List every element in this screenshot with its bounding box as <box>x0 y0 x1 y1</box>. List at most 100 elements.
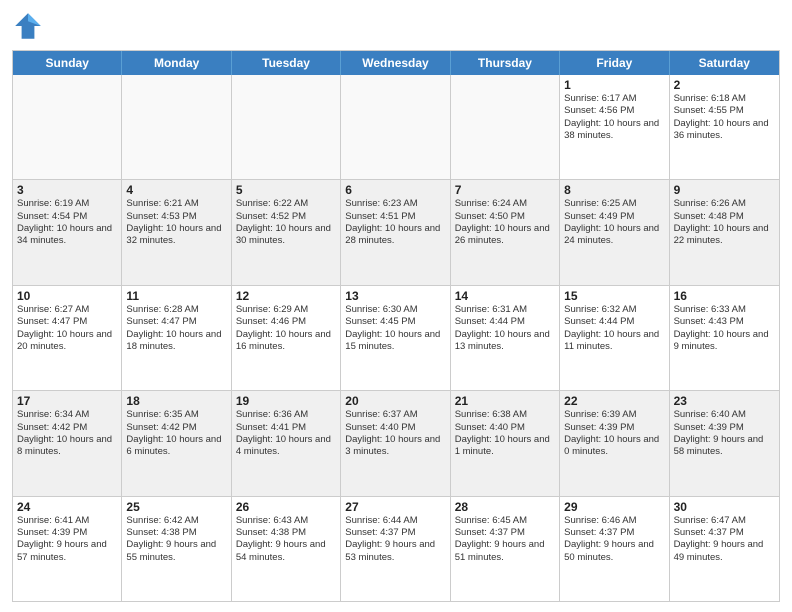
day-number: 28 <box>455 500 555 514</box>
header-day-wednesday: Wednesday <box>341 51 450 75</box>
table-row: 20Sunrise: 6:37 AM Sunset: 4:40 PM Dayli… <box>341 391 450 495</box>
day-info: Sunrise: 6:28 AM Sunset: 4:47 PM Dayligh… <box>126 304 226 353</box>
day-number: 29 <box>564 500 664 514</box>
table-row: 1Sunrise: 6:17 AM Sunset: 4:56 PM Daylig… <box>560 75 669 179</box>
day-info: Sunrise: 6:29 AM Sunset: 4:46 PM Dayligh… <box>236 304 336 353</box>
day-number: 3 <box>17 183 117 197</box>
day-number: 11 <box>126 289 226 303</box>
day-number: 26 <box>236 500 336 514</box>
day-number: 17 <box>17 394 117 408</box>
table-row: 16Sunrise: 6:33 AM Sunset: 4:43 PM Dayli… <box>670 286 779 390</box>
day-info: Sunrise: 6:39 AM Sunset: 4:39 PM Dayligh… <box>564 409 664 458</box>
day-info: Sunrise: 6:38 AM Sunset: 4:40 PM Dayligh… <box>455 409 555 458</box>
day-number: 13 <box>345 289 445 303</box>
day-number: 25 <box>126 500 226 514</box>
day-info: Sunrise: 6:36 AM Sunset: 4:41 PM Dayligh… <box>236 409 336 458</box>
day-info: Sunrise: 6:40 AM Sunset: 4:39 PM Dayligh… <box>674 409 775 458</box>
day-info: Sunrise: 6:43 AM Sunset: 4:38 PM Dayligh… <box>236 515 336 564</box>
day-info: Sunrise: 6:30 AM Sunset: 4:45 PM Dayligh… <box>345 304 445 353</box>
day-number: 2 <box>674 78 775 92</box>
week-row-4: 17Sunrise: 6:34 AM Sunset: 4:42 PM Dayli… <box>13 390 779 495</box>
table-row: 2Sunrise: 6:18 AM Sunset: 4:55 PM Daylig… <box>670 75 779 179</box>
calendar: SundayMondayTuesdayWednesdayThursdayFrid… <box>12 50 780 602</box>
day-number: 5 <box>236 183 336 197</box>
day-number: 8 <box>564 183 664 197</box>
day-info: Sunrise: 6:23 AM Sunset: 4:51 PM Dayligh… <box>345 198 445 247</box>
table-row <box>341 75 450 179</box>
table-row <box>232 75 341 179</box>
day-info: Sunrise: 6:35 AM Sunset: 4:42 PM Dayligh… <box>126 409 226 458</box>
header <box>12 10 780 42</box>
day-info: Sunrise: 6:47 AM Sunset: 4:37 PM Dayligh… <box>674 515 775 564</box>
table-row: 21Sunrise: 6:38 AM Sunset: 4:40 PM Dayli… <box>451 391 560 495</box>
day-info: Sunrise: 6:27 AM Sunset: 4:47 PM Dayligh… <box>17 304 117 353</box>
day-info: Sunrise: 6:19 AM Sunset: 4:54 PM Dayligh… <box>17 198 117 247</box>
day-info: Sunrise: 6:41 AM Sunset: 4:39 PM Dayligh… <box>17 515 117 564</box>
table-row: 7Sunrise: 6:24 AM Sunset: 4:50 PM Daylig… <box>451 180 560 284</box>
day-info: Sunrise: 6:17 AM Sunset: 4:56 PM Dayligh… <box>564 93 664 142</box>
day-number: 4 <box>126 183 226 197</box>
day-number: 24 <box>17 500 117 514</box>
day-info: Sunrise: 6:45 AM Sunset: 4:37 PM Dayligh… <box>455 515 555 564</box>
table-row: 23Sunrise: 6:40 AM Sunset: 4:39 PM Dayli… <box>670 391 779 495</box>
table-row: 4Sunrise: 6:21 AM Sunset: 4:53 PM Daylig… <box>122 180 231 284</box>
day-number: 20 <box>345 394 445 408</box>
table-row: 17Sunrise: 6:34 AM Sunset: 4:42 PM Dayli… <box>13 391 122 495</box>
day-info: Sunrise: 6:46 AM Sunset: 4:37 PM Dayligh… <box>564 515 664 564</box>
table-row: 24Sunrise: 6:41 AM Sunset: 4:39 PM Dayli… <box>13 497 122 601</box>
day-number: 30 <box>674 500 775 514</box>
table-row: 27Sunrise: 6:44 AM Sunset: 4:37 PM Dayli… <box>341 497 450 601</box>
logo-icon <box>12 10 44 42</box>
table-row: 3Sunrise: 6:19 AM Sunset: 4:54 PM Daylig… <box>13 180 122 284</box>
day-info: Sunrise: 6:37 AM Sunset: 4:40 PM Dayligh… <box>345 409 445 458</box>
day-number: 1 <box>564 78 664 92</box>
week-row-1: 1Sunrise: 6:17 AM Sunset: 4:56 PM Daylig… <box>13 75 779 179</box>
day-number: 27 <box>345 500 445 514</box>
table-row: 5Sunrise: 6:22 AM Sunset: 4:52 PM Daylig… <box>232 180 341 284</box>
table-row: 19Sunrise: 6:36 AM Sunset: 4:41 PM Dayli… <box>232 391 341 495</box>
header-day-tuesday: Tuesday <box>232 51 341 75</box>
day-number: 7 <box>455 183 555 197</box>
table-row <box>122 75 231 179</box>
header-day-thursday: Thursday <box>451 51 560 75</box>
day-info: Sunrise: 6:34 AM Sunset: 4:42 PM Dayligh… <box>17 409 117 458</box>
day-number: 16 <box>674 289 775 303</box>
day-number: 10 <box>17 289 117 303</box>
calendar-header: SundayMondayTuesdayWednesdayThursdayFrid… <box>13 51 779 75</box>
day-info: Sunrise: 6:44 AM Sunset: 4:37 PM Dayligh… <box>345 515 445 564</box>
day-number: 15 <box>564 289 664 303</box>
table-row: 30Sunrise: 6:47 AM Sunset: 4:37 PM Dayli… <box>670 497 779 601</box>
day-number: 18 <box>126 394 226 408</box>
table-row: 13Sunrise: 6:30 AM Sunset: 4:45 PM Dayli… <box>341 286 450 390</box>
week-row-2: 3Sunrise: 6:19 AM Sunset: 4:54 PM Daylig… <box>13 179 779 284</box>
calendar-body: 1Sunrise: 6:17 AM Sunset: 4:56 PM Daylig… <box>13 75 779 601</box>
table-row: 28Sunrise: 6:45 AM Sunset: 4:37 PM Dayli… <box>451 497 560 601</box>
table-row: 9Sunrise: 6:26 AM Sunset: 4:48 PM Daylig… <box>670 180 779 284</box>
table-row <box>13 75 122 179</box>
day-info: Sunrise: 6:22 AM Sunset: 4:52 PM Dayligh… <box>236 198 336 247</box>
week-row-5: 24Sunrise: 6:41 AM Sunset: 4:39 PM Dayli… <box>13 496 779 601</box>
table-row: 6Sunrise: 6:23 AM Sunset: 4:51 PM Daylig… <box>341 180 450 284</box>
day-info: Sunrise: 6:26 AM Sunset: 4:48 PM Dayligh… <box>674 198 775 247</box>
table-row: 12Sunrise: 6:29 AM Sunset: 4:46 PM Dayli… <box>232 286 341 390</box>
day-info: Sunrise: 6:42 AM Sunset: 4:38 PM Dayligh… <box>126 515 226 564</box>
day-number: 12 <box>236 289 336 303</box>
logo <box>12 10 48 42</box>
table-row: 14Sunrise: 6:31 AM Sunset: 4:44 PM Dayli… <box>451 286 560 390</box>
day-info: Sunrise: 6:33 AM Sunset: 4:43 PM Dayligh… <box>674 304 775 353</box>
table-row: 22Sunrise: 6:39 AM Sunset: 4:39 PM Dayli… <box>560 391 669 495</box>
day-number: 21 <box>455 394 555 408</box>
day-number: 14 <box>455 289 555 303</box>
day-number: 9 <box>674 183 775 197</box>
day-number: 22 <box>564 394 664 408</box>
table-row: 15Sunrise: 6:32 AM Sunset: 4:44 PM Dayli… <box>560 286 669 390</box>
day-info: Sunrise: 6:32 AM Sunset: 4:44 PM Dayligh… <box>564 304 664 353</box>
table-row: 18Sunrise: 6:35 AM Sunset: 4:42 PM Dayli… <box>122 391 231 495</box>
page: SundayMondayTuesdayWednesdayThursdayFrid… <box>0 0 792 612</box>
header-day-monday: Monday <box>122 51 231 75</box>
day-number: 6 <box>345 183 445 197</box>
day-info: Sunrise: 6:25 AM Sunset: 4:49 PM Dayligh… <box>564 198 664 247</box>
day-number: 19 <box>236 394 336 408</box>
table-row: 8Sunrise: 6:25 AM Sunset: 4:49 PM Daylig… <box>560 180 669 284</box>
table-row: 25Sunrise: 6:42 AM Sunset: 4:38 PM Dayli… <box>122 497 231 601</box>
